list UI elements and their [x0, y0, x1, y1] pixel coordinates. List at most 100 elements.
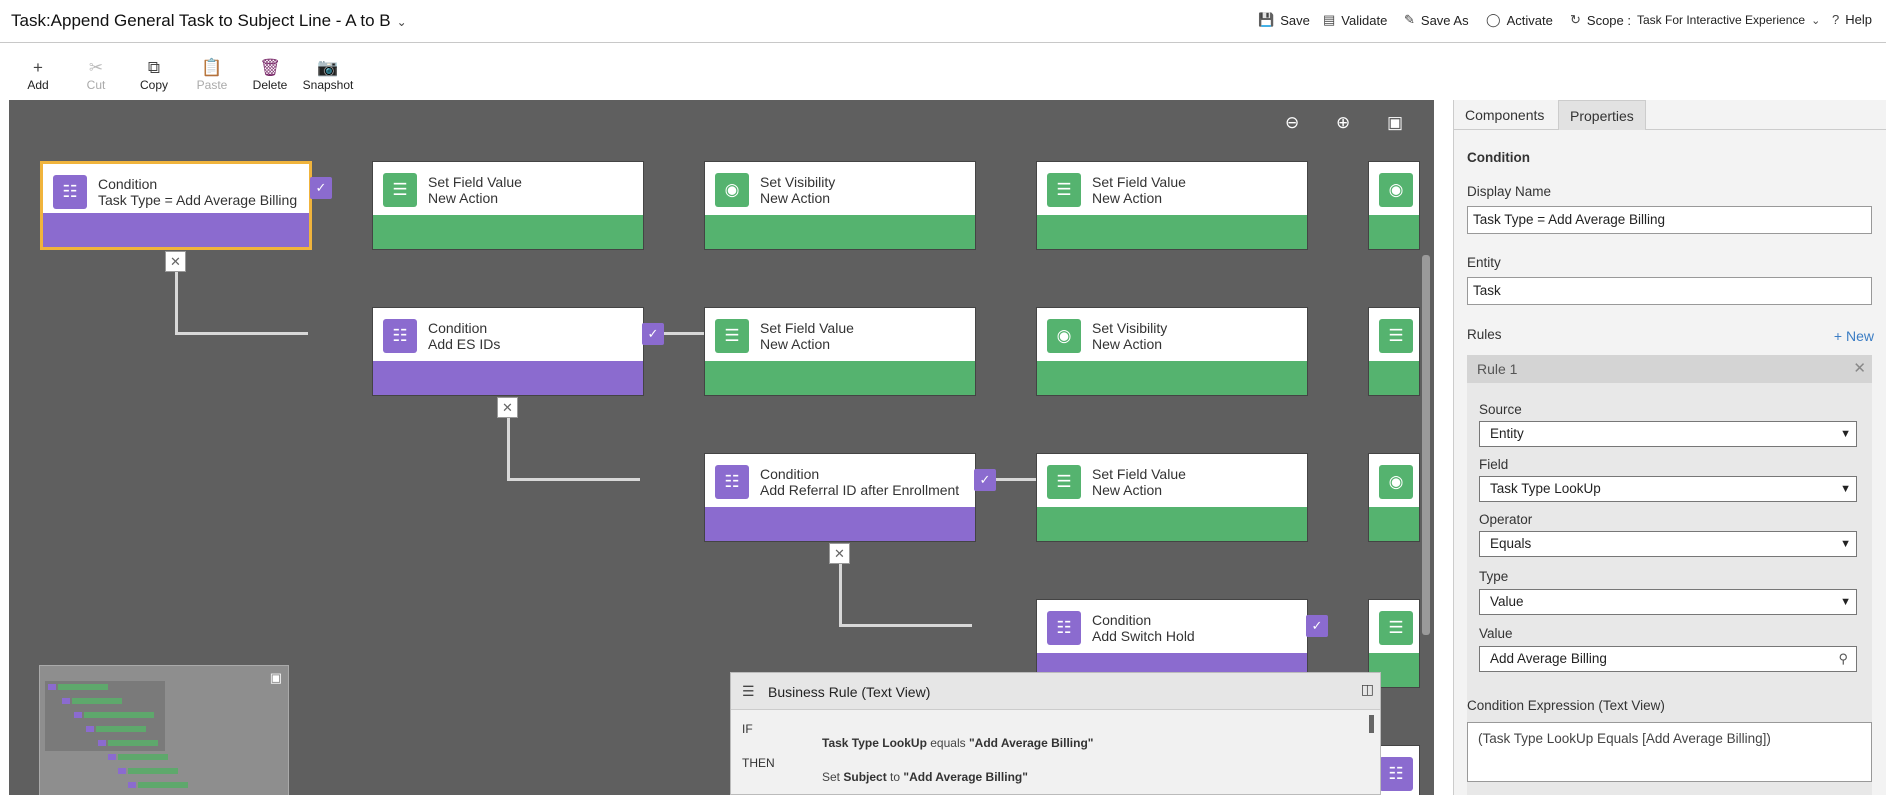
activate-icon: ◯ — [1486, 12, 1501, 27]
false-branch-close-icon[interactable]: ✕ — [165, 251, 186, 272]
node-subtitle: New Action — [760, 190, 831, 206]
action-node[interactable]: ◉ Set Visibility New Action — [1036, 307, 1308, 396]
node-band — [373, 215, 643, 249]
action-node[interactable]: ◉ Set Visibility New Action — [704, 161, 976, 250]
node-title: Set Field Value — [760, 320, 854, 336]
false-branch-close-icon[interactable]: ✕ — [829, 543, 850, 564]
type-select[interactable]: Value ▼ — [1479, 589, 1857, 615]
node-title: Set Field Value — [1092, 174, 1186, 190]
canvas-scrollbar[interactable] — [1422, 255, 1430, 635]
save-as-label: Save As — [1420, 12, 1469, 28]
if-label: IF — [742, 722, 753, 736]
entity-field[interactable]: Task — [1467, 277, 1872, 305]
tab-components[interactable]: Components — [1454, 100, 1555, 130]
business-rule-header: ☰ Business Rule (Text View) ◫ — [731, 673, 1380, 710]
minimap-node — [98, 740, 106, 746]
minimap-node — [128, 782, 136, 788]
copy-icon: ⧉ — [147, 58, 161, 77]
plus-icon: + — [33, 58, 43, 77]
then-to: to — [890, 770, 901, 784]
zoom-out-icon[interactable]: ⊖ — [1285, 113, 1299, 133]
delete-button[interactable]: 🗑 Delete — [240, 58, 300, 92]
tab-properties[interactable]: Properties — [1558, 100, 1646, 130]
set-field-value-icon: ☰ — [1379, 319, 1413, 353]
save-button[interactable]: 💾 Save — [1258, 12, 1310, 28]
new-rule-link[interactable]: + New — [1834, 328, 1874, 344]
condition-icon: ☷ — [1047, 611, 1081, 645]
add-label: Add — [27, 78, 49, 92]
page-title[interactable]: Task:Append General Task to Subject Line… — [11, 11, 407, 31]
field-select[interactable]: Task Type LookUp ▼ — [1479, 476, 1857, 502]
source-select[interactable]: Entity ▼ — [1479, 421, 1857, 447]
scope-selector[interactable]: ↻ Scope : Task For Interactive Experienc… — [1570, 12, 1820, 28]
true-branch-check-icon[interactable]: ✓ — [974, 469, 996, 491]
action-node[interactable]: ☰ Set Field Value New Action — [372, 161, 644, 250]
node-subtitle: Add Switch Hold — [1092, 628, 1195, 644]
minimap-node — [96, 726, 146, 732]
connector — [839, 555, 842, 627]
scissors-icon: ✂ — [88, 58, 104, 77]
minimap-node — [108, 754, 116, 760]
action-node-partial[interactable]: ☰ — [1368, 307, 1420, 396]
action-node[interactable]: ☰ Set Field Value New Action — [1036, 453, 1308, 542]
help-button[interactable]: ? Help — [1832, 12, 1872, 27]
entity-label: Entity — [1467, 255, 1501, 270]
search-icon[interactable]: ⚲ — [1838, 647, 1848, 671]
minimap-node — [118, 754, 168, 760]
business-rule-scrollbar[interactable] — [1369, 715, 1374, 733]
paste-button[interactable]: 📋 Paste — [182, 58, 242, 92]
node-title: Set Field Value — [428, 174, 522, 190]
value-field[interactable]: Add Average Billing ⚲ — [1479, 646, 1857, 672]
expression-field[interactable]: (Task Type LookUp Equals [Add Average Bi… — [1467, 722, 1872, 782]
chevron-down-icon: ▼ — [1840, 483, 1851, 495]
rules-label: Rules — [1467, 327, 1502, 342]
true-branch-check-icon[interactable]: ✓ — [1306, 615, 1328, 637]
source-label: Source — [1479, 402, 1522, 417]
snapshot-button[interactable]: 📷 Snapshot — [298, 58, 358, 92]
activate-button[interactable]: ◯ Activate — [1486, 12, 1553, 28]
validate-button[interactable]: ▤ Validate — [1323, 12, 1387, 28]
minimap[interactable]: ▣ — [39, 665, 289, 795]
scope-icon: ↻ — [1570, 12, 1581, 27]
fit-screen-icon[interactable]: ▣ — [1387, 113, 1403, 133]
scope-label: Scope : — [1586, 12, 1631, 28]
then-field: Subject — [843, 770, 887, 784]
minimap-node — [108, 740, 158, 746]
validate-icon: ▤ — [1323, 12, 1336, 27]
add-button[interactable]: + Add — [8, 58, 68, 92]
minimap-node — [72, 698, 122, 704]
zoom-in-icon[interactable]: ⊕ — [1336, 113, 1350, 133]
eye-icon: ◉ — [1379, 173, 1413, 207]
action-node-partial[interactable]: ◉ — [1368, 161, 1420, 250]
operator-select[interactable]: Equals ▼ — [1479, 531, 1857, 557]
chevron-down-icon[interactable]: ⌄ — [397, 15, 407, 29]
display-name-field[interactable]: Task Type = Add Average Billing — [1467, 206, 1872, 234]
operator-value: Equals — [1490, 536, 1532, 551]
list-icon: ☰ — [742, 683, 755, 699]
node-title: Set Visibility — [1092, 320, 1168, 336]
action-node-partial[interactable]: ◉ — [1368, 453, 1420, 542]
properties-panel: Components Properties Condition Display … — [1453, 100, 1886, 795]
node-subtitle: Add Referral ID after Enrollment — [760, 482, 960, 498]
chevron-down-icon: ⌄ — [1811, 14, 1821, 27]
save-as-icon: ✎ — [1404, 12, 1415, 27]
connector — [507, 410, 510, 481]
popout-icon[interactable]: ◫ — [1361, 681, 1374, 698]
action-node[interactable]: ☰ Set Field Value New Action — [704, 307, 976, 396]
copy-button[interactable]: ⧉ Copy — [124, 58, 184, 92]
set-field-value-icon: ☰ — [715, 319, 749, 353]
condition-node[interactable]: ☷ Condition Task Type = Add Average Bill… — [40, 161, 312, 250]
close-icon[interactable]: ✕ — [1853, 359, 1866, 377]
save-as-button[interactable]: ✎ Save As — [1404, 12, 1469, 28]
true-branch-check-icon[interactable]: ✓ — [642, 323, 664, 345]
condition-node[interactable]: ☷ Condition Add Referral ID after Enroll… — [704, 453, 976, 542]
node-band — [1369, 361, 1419, 395]
expand-icon[interactable]: ▣ — [270, 670, 282, 686]
condition-node[interactable]: ☷ Condition Add ES IDs — [372, 307, 644, 396]
minimap-node — [84, 712, 154, 718]
connector — [996, 478, 1036, 481]
false-branch-close-icon[interactable]: ✕ — [497, 397, 518, 418]
action-node[interactable]: ☰ Set Field Value New Action — [1036, 161, 1308, 250]
cut-button[interactable]: ✂ Cut — [66, 58, 126, 92]
true-branch-check-icon[interactable]: ✓ — [310, 177, 332, 199]
